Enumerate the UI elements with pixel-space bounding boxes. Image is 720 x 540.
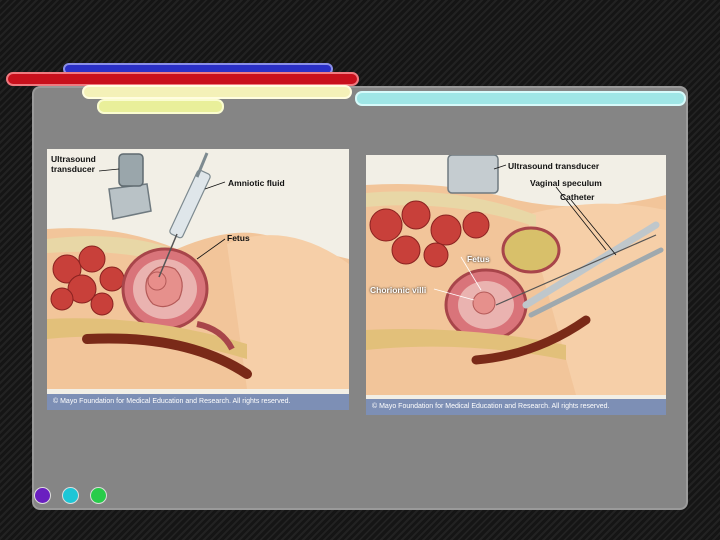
label-ultrasound-transducer: Ultrasound transducer <box>508 161 600 171</box>
cyan-dot-icon[interactable] <box>62 487 79 504</box>
amniocentesis-illustration: Ultrasound transducer Amniotic fluid Fet… <box>47 149 349 410</box>
copyright-credit: © Mayo Foundation for Medical Education … <box>366 399 666 415</box>
label-chorionic-villi: Chorionic villi <box>370 285 427 295</box>
label-ultrasound-transducer: Ultrasound transducer <box>51 154 96 174</box>
amniocentesis-drawing <box>47 149 349 410</box>
decorative-bar-cream <box>82 85 352 99</box>
copyright-credit: © Mayo Foundation for Medical Education … <box>47 394 349 410</box>
purple-dot-icon[interactable] <box>34 487 51 504</box>
label-fetus: Fetus <box>467 254 490 264</box>
decorative-bar-yellow <box>97 99 224 114</box>
decorative-bar-red <box>6 72 359 86</box>
decorative-bar-cyan <box>355 91 686 106</box>
green-dot-icon[interactable] <box>90 487 107 504</box>
label-fetus: Fetus <box>227 233 250 243</box>
cvs-illustration: Ultrasound transducer Vaginal speculum C… <box>366 155 666 415</box>
label-vaginal-speculum: Vaginal speculum <box>530 178 602 188</box>
label-amniotic-fluid: Amniotic fluid <box>228 178 285 188</box>
label-catheter: Catheter <box>560 192 595 202</box>
